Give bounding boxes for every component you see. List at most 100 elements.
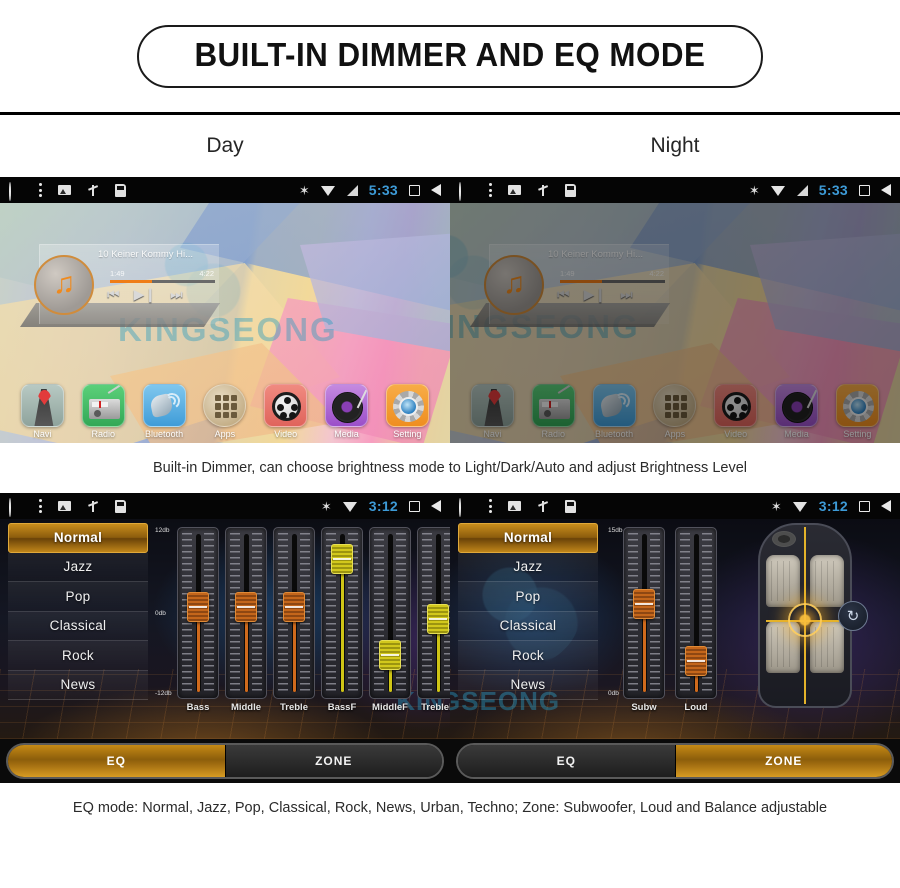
back-triangle-icon[interactable] [881, 500, 891, 512]
night-device-screen: ✶ 5:33 KINGSEONG ♫ 10 Keiner Kommy Hi... [450, 177, 900, 443]
fader-track-middle[interactable] [225, 527, 267, 699]
dock-item-bluetooth[interactable]: Bluetooth [584, 384, 645, 439]
radio-icon [531, 384, 575, 427]
dock-item-navi[interactable]: Navi [462, 384, 523, 439]
dock-item-apps[interactable]: Apps [194, 384, 255, 439]
menu-dots-icon[interactable] [489, 499, 492, 513]
dock-item-setting[interactable]: Setting [827, 384, 888, 439]
dock-item-bluetooth[interactable]: Bluetooth [134, 384, 195, 439]
dock-item-video[interactable]: Video [255, 384, 316, 439]
menu-dots-icon[interactable] [39, 499, 42, 513]
fader-treble[interactable]: Treble [272, 527, 316, 713]
bluetooth-icon: ✶ [748, 182, 760, 198]
fader-middle[interactable]: Middle [224, 527, 268, 713]
fader-track-treblef[interactable] [417, 527, 450, 699]
reset-icon[interactable]: ↻ [838, 601, 868, 631]
music-widget[interactable]: ♫ 10 Keiner Kommy Hi... 1:49 4:22 ⏮ ▶❙ ⏭ [34, 244, 219, 324]
sdcard-icon[interactable] [565, 499, 576, 513]
dock-item-radio[interactable]: Radio [523, 384, 584, 439]
preset-news[interactable]: News [458, 670, 598, 700]
image-icon[interactable] [508, 501, 521, 511]
recents-square-icon[interactable] [409, 500, 420, 512]
usb-icon[interactable] [87, 183, 99, 197]
tab-eq[interactable]: EQ [458, 745, 676, 777]
tab-zone[interactable]: ZONE [675, 745, 892, 777]
next-button[interactable]: ⏭ [170, 287, 183, 301]
dock-label-video: Video [724, 429, 748, 439]
play-pause-button[interactable]: ▶❙ [584, 287, 607, 301]
preset-normal[interactable]: Normal [8, 523, 148, 553]
prev-button[interactable]: ⏮ [557, 287, 570, 301]
recents-square-icon[interactable] [859, 184, 870, 196]
preset-jazz[interactable]: Jazz [458, 552, 598, 582]
music-widget-night[interactable]: ♫ 10 Keiner Kommy Hi... 1:49 4:22 ⏮ ▶❙ ⏭ [484, 244, 669, 324]
media-turntable-icon [325, 384, 369, 427]
dock-item-apps[interactable]: Apps [644, 384, 705, 439]
dock-label-radio: Radio [541, 429, 565, 439]
dock-item-media[interactable]: Media [316, 384, 377, 439]
preset-rock[interactable]: Rock [458, 641, 598, 671]
play-pause-button[interactable]: ▶❙ [134, 287, 157, 301]
sdcard-icon[interactable] [115, 499, 126, 513]
dock-item-video[interactable]: Video [705, 384, 766, 439]
progress-bar[interactable] [110, 280, 215, 283]
back-triangle-icon[interactable] [431, 184, 441, 196]
fader-track-bass[interactable] [177, 527, 219, 699]
home-circle-icon[interactable] [9, 498, 23, 517]
preset-normal[interactable]: Normal [458, 523, 598, 553]
image-icon[interactable] [58, 501, 71, 511]
preset-classical[interactable]: Classical [458, 611, 598, 641]
status-clock-eq: 3:12 [368, 498, 398, 514]
sdcard-icon[interactable] [565, 183, 576, 197]
fader-track-treble[interactable] [273, 527, 315, 699]
status-clock-night: 5:33 [818, 182, 848, 198]
next-button[interactable]: ⏭ [620, 287, 633, 301]
tab-zone[interactable]: ZONE [225, 745, 442, 777]
fader-track-loud[interactable] [675, 527, 717, 699]
usb-icon[interactable] [537, 499, 549, 513]
preset-news[interactable]: News [8, 670, 148, 700]
fader-track-bassf[interactable] [321, 527, 363, 699]
preset-pop[interactable]: Pop [458, 582, 598, 612]
image-icon[interactable] [58, 185, 71, 195]
balance-zone-widget[interactable]: ↻ [750, 523, 868, 708]
fader-track-subw[interactable] [623, 527, 665, 699]
fader-treblef[interactable]: TrebleF [416, 527, 450, 713]
bluetooth-icon: ✶ [320, 498, 332, 514]
sdcard-icon[interactable] [115, 183, 126, 197]
tab-eq[interactable]: EQ [8, 745, 226, 777]
dock-label-media: Media [334, 429, 359, 439]
home-circle-icon[interactable] [459, 498, 473, 517]
preset-pop[interactable]: Pop [8, 582, 148, 612]
fader-bassf[interactable]: BassF [320, 527, 364, 713]
dock-item-radio[interactable]: Radio [73, 384, 134, 439]
usb-icon[interactable] [87, 499, 99, 513]
preset-classical[interactable]: Classical [8, 611, 148, 641]
recents-square-icon[interactable] [409, 184, 420, 196]
preset-rock[interactable]: Rock [8, 641, 148, 671]
back-triangle-icon[interactable] [431, 500, 441, 512]
menu-dots-icon[interactable] [39, 183, 42, 197]
progress-bar-night[interactable] [560, 280, 665, 283]
balance-focus-point[interactable] [788, 603, 822, 637]
dock-item-media[interactable]: Media [766, 384, 827, 439]
home-circle-icon[interactable] [9, 182, 23, 201]
recents-square-icon[interactable] [859, 500, 870, 512]
menu-dots-icon[interactable] [489, 183, 492, 197]
fader-loud[interactable]: Loud [674, 527, 718, 713]
dock-label-navi: Navi [483, 429, 502, 439]
home-circle-icon[interactable] [459, 182, 473, 201]
preset-jazz[interactable]: Jazz [8, 552, 148, 582]
usb-icon[interactable] [537, 183, 549, 197]
image-icon[interactable] [508, 185, 521, 195]
dock-item-navi[interactable]: Navi [12, 384, 73, 439]
prev-button[interactable]: ⏮ [107, 287, 120, 301]
fader-label-loud: Loud [684, 702, 708, 713]
fader-bass[interactable]: Bass [176, 527, 220, 713]
back-triangle-icon[interactable] [881, 184, 891, 196]
fader-subw[interactable]: Subw [622, 527, 666, 713]
fader-middlef[interactable]: MiddleF [368, 527, 412, 713]
scale-top-label: 12db [155, 527, 170, 534]
dock-item-setting[interactable]: Setting [377, 384, 438, 439]
fader-track-middlef[interactable] [369, 527, 411, 699]
